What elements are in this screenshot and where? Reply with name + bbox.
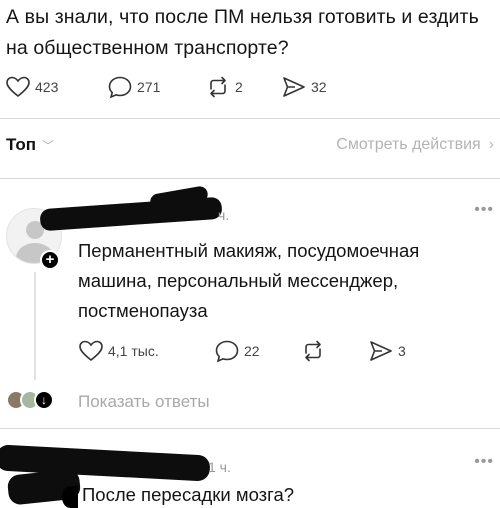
comment-reply-count: 22 [244,343,260,359]
comment-timestamp: ч. [218,207,230,223]
view-activity-link[interactable]: Смотреть действия › [336,136,494,154]
more-options-icon[interactable]: ••• [474,201,494,219]
sort-dropdown[interactable]: Топ ﹀ [6,135,54,155]
comment-actions: 4,1 тыс. 22 3 [78,338,418,364]
comment-share-count: 3 [398,343,406,359]
comment-bubble-icon [108,76,132,99]
post-like-button[interactable]: 423 [5,74,58,100]
thread-line [34,272,36,380]
repost-icon [305,340,321,362]
post-like-count: 423 [35,79,59,95]
post-share-button[interactable]: 32 [281,74,327,100]
comment-like-count: 4,1 тыс. [108,343,159,359]
divider [0,118,500,119]
show-replies-row[interactable]: ↓ Показать ответы [4,386,304,414]
sort-label: Топ [6,135,36,154]
divider [0,428,500,429]
more-options-icon[interactable]: ••• [474,453,494,471]
post-repost-count: 2 [235,79,243,95]
chevron-right-icon: › [488,136,494,153]
comment-repost-button[interactable] [300,338,326,364]
show-replies-label: Показать ответы [78,392,210,411]
sort-bar: Топ ﹀ Смотреть действия › [0,128,500,162]
post-comment-button[interactable]: 271 [107,74,160,100]
comment-bubble-icon [215,340,239,363]
post-text: А вы знали, что после ПМ нельзя готовить… [6,6,479,59]
comment-timestamp: 1 ч. [208,459,231,475]
view-activity-label: Смотреть действия [336,136,481,153]
arrow-down-icon: ↓ [34,390,54,410]
comment-text: После пересадки мозга? [82,484,295,505]
comment-text: Перманентный макияж, посудомоечная машин… [78,240,420,321]
share-arrow-icon [370,341,392,361]
post-repost-button[interactable]: 2 [205,74,243,100]
post-share-count: 32 [311,79,327,95]
share-arrow-icon [283,77,305,97]
divider [0,178,500,179]
repost-icon [210,76,226,98]
heart-icon [79,340,103,362]
follow-button[interactable]: + [40,250,60,270]
post-comment-count: 271 [137,79,161,95]
avatar[interactable] [62,486,78,508]
comment-share-button[interactable]: 3 [368,338,406,364]
comment-like-button[interactable]: 4,1 тыс. [78,338,159,364]
heart-icon [6,76,30,98]
post-actions: 423 271 2 32 [5,74,365,100]
comment-reply-button[interactable]: 22 [214,338,260,364]
chevron-down-icon: ﹀ [41,138,54,153]
